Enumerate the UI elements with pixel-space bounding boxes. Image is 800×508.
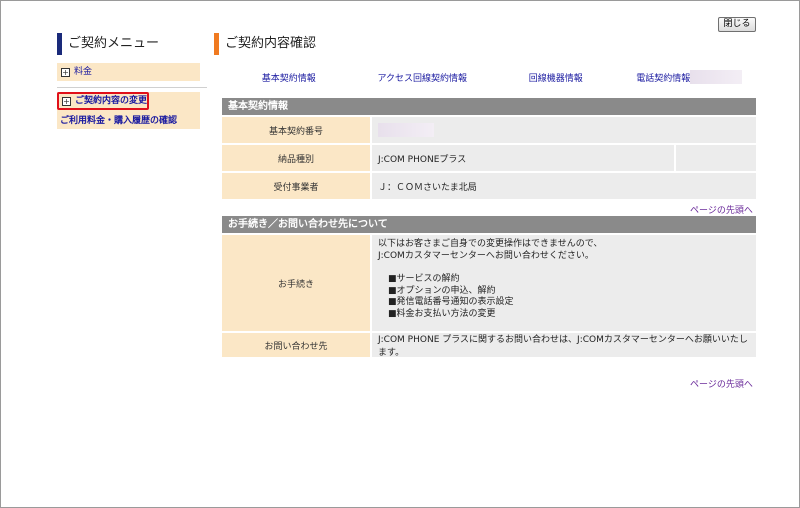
sidebar-item-label: ご契約内容の変更 bbox=[75, 96, 148, 106]
table-row: お手続き 以下はお客さまご自身での変更操作はできませんので、 J:COMカスタマ… bbox=[222, 235, 756, 333]
section-heading-basic: 基本契約情報 bbox=[222, 98, 756, 115]
tab-phone-contract[interactable]: 電話契約情報 bbox=[623, 70, 757, 88]
procedure-list: ■サービスの解約 ■オプションの申込、解約 ■発信電話番号通知の表示設定 ■料金… bbox=[378, 274, 602, 320]
close-button[interactable]: 閉じる bbox=[718, 17, 756, 32]
tab-line-equipment[interactable]: 回線機器情報 bbox=[489, 70, 623, 88]
list-item: ■サービスの解約 bbox=[388, 274, 460, 284]
row-label: 基本契約番号 bbox=[222, 117, 372, 145]
list-item: ■料金お支払い方法の変更 bbox=[388, 308, 496, 319]
sidebar-title: ご契約メニュー bbox=[57, 33, 207, 55]
procedures-table: お手続き 以下はお客さまご自身での変更操作はできませんので、 J:COMカスタマ… bbox=[222, 235, 756, 361]
note-line: J:COMカスタマーセンターへお問い合わせください。 bbox=[378, 250, 594, 261]
table-row: お問い合わせ先 J:COM PHONE プラスに関するお問い合わせは、J:COM… bbox=[222, 333, 756, 359]
sidebar-item-contract-change: + ご契約内容の変更 ご利用料金・購入履歴の確認 bbox=[57, 92, 200, 129]
row-value: J:COM PHONE プラスに関するお問い合わせは、J:COMカスタマーセンタ… bbox=[372, 333, 756, 359]
list-item: ■オプションの申込、解約 bbox=[388, 285, 496, 296]
table-row: 基本契約番号 bbox=[222, 117, 756, 145]
row-value: J:COM PHONEプラス bbox=[372, 145, 676, 173]
row-value: Ｊ：ＣＯＭさいたま北局 bbox=[372, 173, 756, 201]
procedure-notes: 以下はお客さまご自身での変更操作はできませんので、 J:COMカスタマーセンター… bbox=[378, 235, 602, 320]
table-row: 納品種別 J:COM PHONEプラス bbox=[222, 145, 756, 173]
table-row: 受付事業者 Ｊ：ＣＯＭさいたま北局 bbox=[222, 173, 756, 201]
expand-plus-icon: + bbox=[62, 97, 71, 106]
sidebar-item-label: 料金 bbox=[74, 67, 93, 77]
row-value: 以下はお客さまご自身での変更操作はできませんので、 J:COMカスタマーセンター… bbox=[372, 235, 756, 333]
row-label: 受付事業者 bbox=[222, 173, 372, 201]
basic-info-table: 基本契約番号 納品種別 J:COM PHONEプラス 受付事業者 Ｊ：ＣＯＭさい… bbox=[222, 117, 756, 201]
redacted-block bbox=[378, 123, 434, 137]
page-top-link[interactable]: ページの先頭へ bbox=[690, 377, 753, 390]
sidebar-divider bbox=[57, 87, 207, 88]
sidebar-item-contract-change-link[interactable]: + ご契約内容の変更 bbox=[57, 92, 149, 110]
expand-plus-icon: + bbox=[61, 68, 70, 77]
page-top-link[interactable]: ページの先頭へ bbox=[690, 203, 753, 216]
page-title: ご契約内容確認 bbox=[214, 33, 414, 55]
row-extra-cell bbox=[676, 145, 756, 173]
row-label: 納品種別 bbox=[222, 145, 372, 173]
note-line: 以下はお客さまご自身での変更操作はできませんので、 bbox=[378, 239, 603, 249]
tab-label: 電話契約情報 bbox=[636, 74, 691, 84]
tab-bar: 基本契約情報 アクセス回線契約情報 回線機器情報 電話契約情報 bbox=[222, 70, 756, 88]
row-label: お手続き bbox=[222, 235, 372, 333]
tab-basic-contract[interactable]: 基本契約情報 bbox=[222, 70, 356, 88]
section-heading-procedures: お手続き／お問い合わせ先について bbox=[222, 216, 756, 233]
sidebar-link-usage-history[interactable]: ご利用料金・購入履歴の確認 bbox=[60, 113, 177, 126]
row-value bbox=[372, 117, 756, 145]
list-item: ■発信電話番号通知の表示設定 bbox=[388, 297, 514, 307]
redacted-block bbox=[690, 70, 743, 84]
row-label: お問い合わせ先 bbox=[222, 333, 372, 359]
tab-access-line[interactable]: アクセス回線契約情報 bbox=[356, 70, 490, 88]
sidebar-item-fee[interactable]: + 料金 bbox=[57, 63, 200, 81]
